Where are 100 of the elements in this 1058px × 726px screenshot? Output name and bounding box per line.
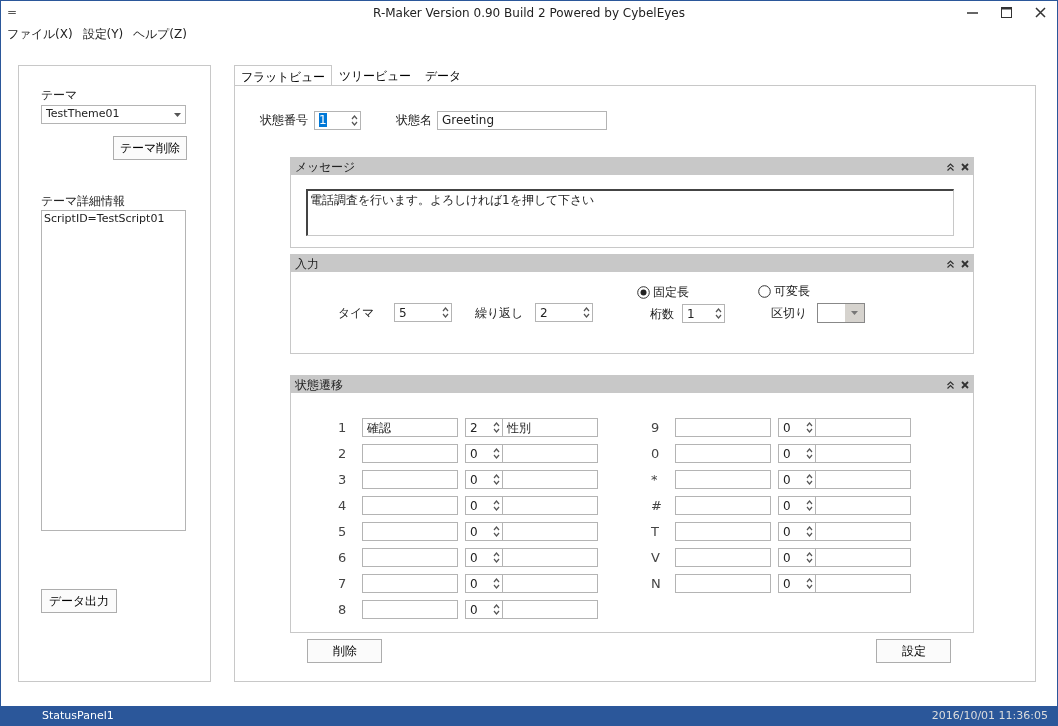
spin-arrows-icon[interactable] xyxy=(493,578,500,589)
target-field[interactable] xyxy=(815,470,911,489)
spinner-field[interactable]: 2 xyxy=(465,418,502,437)
spin-arrows-icon[interactable] xyxy=(493,552,500,563)
spin-arrows-icon[interactable] xyxy=(493,526,500,537)
collapse-icon[interactable] xyxy=(947,259,954,268)
tab[interactable]: フラットビュー xyxy=(234,65,332,86)
spin-arrows-icon[interactable] xyxy=(493,500,500,511)
close-icon[interactable] xyxy=(961,259,969,268)
spinner-field[interactable]: 0 xyxy=(465,574,502,593)
action-field[interactable] xyxy=(362,574,458,593)
spinner-field[interactable]: 0 xyxy=(465,470,502,489)
radio-button[interactable] xyxy=(758,284,771,298)
action-field[interactable] xyxy=(675,470,771,489)
delete-button[interactable]: 削除 xyxy=(307,639,382,663)
spinner-field[interactable]: 0 xyxy=(465,444,502,463)
radio-button[interactable] xyxy=(637,285,650,299)
target-field[interactable] xyxy=(815,418,911,437)
caret-icon[interactable] xyxy=(174,112,181,117)
tab[interactable]: データ xyxy=(418,65,468,85)
delimiter-dropdown[interactable] xyxy=(817,303,865,323)
action-field[interactable]: 確認 xyxy=(362,418,458,437)
target-field[interactable]: 性別 xyxy=(502,418,598,437)
action-field[interactable] xyxy=(362,444,458,463)
spinner-field[interactable]: 2 xyxy=(535,303,593,322)
export-data-button[interactable]: データ出力 xyxy=(41,589,117,613)
action-field[interactable] xyxy=(675,548,771,567)
menu-item[interactable]: ヘルプ(Z) xyxy=(133,25,187,43)
spin-arrows-icon[interactable] xyxy=(351,114,358,126)
spinner-field[interactable]: 0 xyxy=(465,522,502,541)
target-field[interactable] xyxy=(502,574,598,593)
spin-arrows-icon[interactable] xyxy=(806,552,813,563)
target-field[interactable] xyxy=(815,574,911,593)
action-field[interactable] xyxy=(362,522,458,541)
state-name-field[interactable]: Greeting xyxy=(437,110,607,130)
target-field[interactable] xyxy=(815,522,911,541)
state-number-label: 状態番号 xyxy=(260,112,308,129)
spinner-field[interactable]: 0 xyxy=(778,496,815,515)
target-field[interactable] xyxy=(502,548,598,567)
key-label: 1 xyxy=(338,418,348,437)
collapse-icon[interactable] xyxy=(947,380,954,389)
spinner-field[interactable]: 0 xyxy=(778,470,815,489)
apply-button[interactable]: 設定 xyxy=(876,639,951,663)
close-icon[interactable] xyxy=(1034,6,1046,18)
spinner-field[interactable]: 1 xyxy=(682,304,725,323)
spin-arrows-icon[interactable] xyxy=(583,307,590,318)
spin-arrows-icon[interactable] xyxy=(442,307,449,318)
maximize-icon[interactable] xyxy=(1000,6,1012,18)
spin-arrows-icon[interactable] xyxy=(806,526,813,537)
details-text-area[interactable]: ScriptID=TestScript01 xyxy=(41,210,186,531)
target-field[interactable] xyxy=(502,600,598,619)
menu-item[interactable]: 設定(Y) xyxy=(82,25,124,43)
spin-arrows-icon[interactable] xyxy=(493,474,500,485)
target-field[interactable] xyxy=(815,496,911,515)
action-field[interactable] xyxy=(675,496,771,515)
spin-arrows-icon[interactable] xyxy=(806,422,813,433)
target-field[interactable] xyxy=(502,496,598,515)
spin-arrows-icon[interactable] xyxy=(493,604,500,615)
menu-item[interactable]: ファイル(X) xyxy=(7,25,73,43)
spinner-field[interactable]: 0 xyxy=(778,444,815,463)
collapse-icon[interactable] xyxy=(947,162,954,171)
system-menu-icon[interactable]: = xyxy=(7,3,18,21)
spin-arrows-icon[interactable] xyxy=(806,448,813,459)
details-label: テーマ詳細情報 xyxy=(41,193,125,210)
spin-arrows-icon[interactable] xyxy=(806,474,813,485)
spinner-field[interactable]: 0 xyxy=(465,548,502,567)
target-field[interactable] xyxy=(502,522,598,541)
key-label: 2 xyxy=(338,444,348,463)
message-text-area[interactable]: 電話調査を行います。よろしければ1を押して下さい xyxy=(306,189,954,236)
target-field[interactable] xyxy=(815,548,911,567)
action-field[interactable] xyxy=(362,600,458,619)
action-field[interactable] xyxy=(362,496,458,515)
action-field[interactable] xyxy=(675,444,771,463)
action-field[interactable] xyxy=(675,574,771,593)
close-icon[interactable] xyxy=(961,162,969,171)
tab[interactable]: ツリービュー xyxy=(332,65,418,85)
spin-arrows-icon[interactable] xyxy=(493,422,500,433)
spinner-field[interactable]: 1 xyxy=(314,110,361,130)
spin-arrows-icon[interactable] xyxy=(806,578,813,589)
action-field[interactable] xyxy=(675,522,771,541)
action-field[interactable] xyxy=(675,418,771,437)
target-field[interactable] xyxy=(815,444,911,463)
spin-arrows-icon[interactable] xyxy=(715,308,722,319)
spinner-field[interactable]: 5 xyxy=(394,303,452,322)
spinner-field[interactable]: 0 xyxy=(465,496,502,515)
spinner-field[interactable]: 0 xyxy=(465,600,502,619)
action-field[interactable] xyxy=(362,470,458,489)
spin-arrows-icon[interactable] xyxy=(806,500,813,511)
spinner-field[interactable]: 0 xyxy=(778,574,815,593)
action-field[interactable] xyxy=(362,548,458,567)
delete-theme-button[interactable]: テーマ削除 xyxy=(113,136,187,160)
key-label: N xyxy=(651,574,662,593)
spin-arrows-icon[interactable] xyxy=(493,448,500,459)
theme-dropdown[interactable]: TestTheme01 xyxy=(41,105,186,124)
spinner-field[interactable]: 0 xyxy=(778,418,815,437)
target-field[interactable] xyxy=(502,470,598,489)
target-field[interactable] xyxy=(502,444,598,463)
spinner-field[interactable]: 0 xyxy=(778,548,815,567)
spinner-field[interactable]: 0 xyxy=(778,522,815,541)
close-icon[interactable] xyxy=(961,380,969,389)
